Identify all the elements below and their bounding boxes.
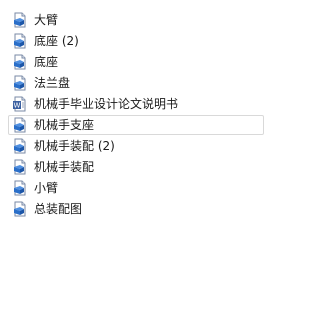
solidworks-part-icon (12, 54, 28, 70)
file-name: 机械手毕业设计论文说明书 (34, 97, 179, 111)
solidworks-part-icon (12, 75, 28, 91)
solidworks-part-icon (12, 12, 28, 28)
file-name: 机械手装配 (34, 160, 95, 174)
file-name: 大臂 (34, 13, 59, 27)
file-item-fa-lan-pan[interactable]: 法兰盘 (8, 73, 264, 93)
file-item-di-zuo[interactable]: 底座 (8, 52, 264, 72)
solidworks-part-icon (12, 138, 28, 154)
file-item-robot-assembly[interactable]: 机械手装配 (8, 157, 264, 177)
solidworks-part-icon (12, 159, 28, 175)
file-item-robot-assembly-2[interactable]: 机械手装配 (2) (8, 136, 264, 156)
file-name: 底座 (2) (34, 34, 79, 48)
solidworks-part-icon (12, 201, 28, 217)
solidworks-part-icon (12, 180, 28, 196)
file-item-general-assembly[interactable]: 总装配图 (8, 199, 264, 219)
word-document-icon (12, 96, 28, 112)
file-item-robot-arm-base[interactable]: 机械手支座 (8, 115, 264, 135)
file-list: 大臂 底座 (2) 底座 法兰盘 机械手毕业设计论文说明书 机械手支座 机械手装… (0, 0, 266, 334)
file-item-da-bi[interactable]: 大臂 (8, 10, 264, 30)
file-item-di-zuo-2[interactable]: 底座 (2) (8, 31, 264, 51)
file-name: 小臂 (34, 181, 59, 195)
solidworks-part-icon (12, 33, 28, 49)
file-name: 底座 (34, 55, 59, 69)
file-name: 总装配图 (34, 202, 83, 216)
file-item-thesis-document[interactable]: 机械手毕业设计论文说明书 (8, 94, 264, 114)
file-name: 机械手支座 (34, 118, 95, 132)
file-item-xiao-bi[interactable]: 小臂 (8, 178, 264, 198)
file-name: 法兰盘 (34, 76, 71, 90)
file-name: 机械手装配 (2) (34, 139, 115, 153)
solidworks-part-icon (12, 117, 28, 133)
